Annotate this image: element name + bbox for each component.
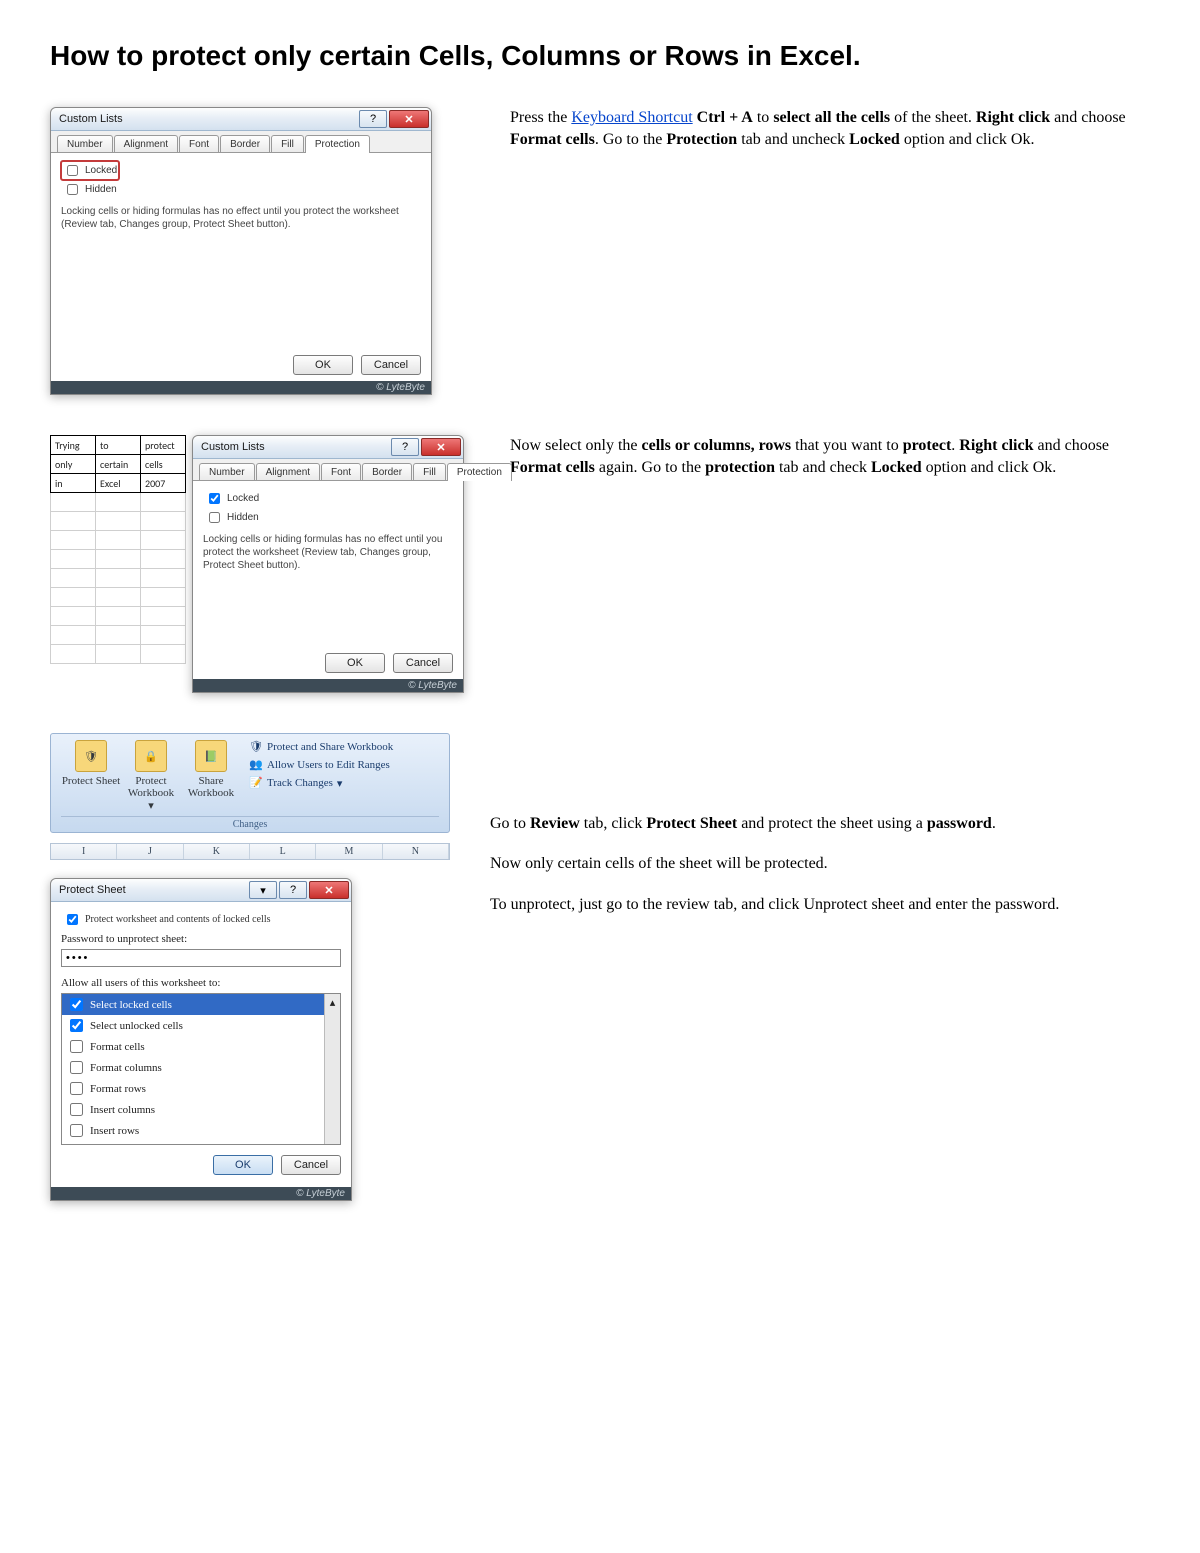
- column-headers: IJKLMN: [50, 843, 450, 860]
- protect-share-icon: 🛡: [249, 740, 263, 754]
- protect-contents-checkbox[interactable]: Protect worksheet and contents of locked…: [61, 910, 341, 929]
- tab-protection[interactable]: Protection: [305, 135, 370, 153]
- dialog-titlebar: Custom Lists ? ✕: [193, 436, 463, 459]
- password-label: Password to unprotect sheet:: [61, 933, 341, 945]
- locked-checkbox[interactable]: [67, 165, 78, 176]
- tab-fill[interactable]: Fill: [271, 135, 304, 153]
- help-button[interactable]: ?: [279, 881, 307, 899]
- tab-border[interactable]: Border: [220, 135, 270, 153]
- excel-cells-sample: Tryingtoprotect onlycertaincells inExcel…: [50, 435, 186, 664]
- close-button[interactable]: ✕: [309, 881, 349, 899]
- step2-instruction: Now select only the cells or columns, ro…: [510, 435, 1150, 480]
- perm-select-unlocked[interactable]: Select unlocked cells: [62, 1015, 340, 1036]
- perm-insert-hyperlinks[interactable]: Insert hyperlinks: [62, 1141, 340, 1145]
- minimize-icon[interactable]: ▾: [249, 881, 277, 899]
- hidden-checkbox[interactable]: [67, 184, 78, 195]
- password-input[interactable]: [61, 949, 341, 967]
- step-2: Tryingtoprotect onlycertaincells inExcel…: [50, 435, 1150, 693]
- scrollbar[interactable]: ▴: [324, 994, 340, 1144]
- close-button[interactable]: ✕: [389, 110, 429, 128]
- perm-format-cells[interactable]: Format cells: [62, 1036, 340, 1057]
- tab-number[interactable]: Number: [199, 463, 255, 481]
- dialog-titlebar: Custom Lists ? ✕: [51, 108, 431, 131]
- watermark: © LyteByte: [51, 381, 431, 394]
- hidden-checkbox-row[interactable]: Hidden: [203, 508, 453, 527]
- protect-sheet-dialog: Protect Sheet ▾ ? ✕ Protect worksheet an…: [50, 878, 352, 1201]
- custom-lists-dialog-unchecked: Custom Lists ? ✕ Number Alignment Font B…: [50, 107, 432, 395]
- cancel-button[interactable]: Cancel: [393, 653, 453, 673]
- tab-font[interactable]: Font: [179, 135, 219, 153]
- permissions-list[interactable]: Select locked cells Select unlocked cell…: [61, 993, 341, 1145]
- locked-label: Locked: [85, 165, 117, 176]
- custom-lists-dialog-checked: Custom Lists ? ✕ Number Alignment Font B…: [192, 435, 464, 693]
- protect-share-button[interactable]: 🛡Protect and Share Workbook: [249, 740, 393, 754]
- track-icon: 📝: [249, 776, 263, 790]
- review-ribbon: 🛡Protect Sheet 🔒Protect Workbook ▾ 📗Shar…: [50, 733, 450, 833]
- tab-border[interactable]: Border: [362, 463, 412, 481]
- perm-insert-columns[interactable]: Insert columns: [62, 1099, 340, 1120]
- ribbon-group-label: Changes: [61, 816, 439, 830]
- allow-edit-ranges-button[interactable]: 👥Allow Users to Edit Ranges: [249, 758, 393, 772]
- cancel-button[interactable]: Cancel: [361, 355, 421, 375]
- protect-workbook-button[interactable]: 🔒Protect Workbook ▾: [121, 740, 181, 812]
- protect-sheet-button[interactable]: 🛡Protect Sheet: [61, 740, 121, 787]
- close-button[interactable]: ✕: [421, 438, 461, 456]
- step1-instruction: Press the Keyboard Shortcut Ctrl + A to …: [510, 107, 1150, 152]
- track-changes-button[interactable]: 📝Track Changes ▾: [249, 776, 393, 790]
- tab-protection[interactable]: Protection: [447, 463, 512, 481]
- ok-button[interactable]: OK: [293, 355, 353, 375]
- users-icon: 👥: [249, 758, 263, 772]
- page-title: How to protect only certain Cells, Colum…: [50, 40, 1150, 72]
- cancel-button[interactable]: Cancel: [281, 1155, 341, 1175]
- step3-instruction-3: To unprotect, just go to the review tab,…: [490, 894, 1150, 916]
- perm-format-rows[interactable]: Format rows: [62, 1078, 340, 1099]
- tab-alignment[interactable]: Alignment: [256, 463, 320, 481]
- dialog-title-text: Custom Lists: [59, 113, 123, 125]
- dialog-titlebar: Protect Sheet ▾ ? ✕: [51, 879, 351, 902]
- help-button[interactable]: ?: [359, 110, 387, 128]
- keyboard-shortcut-link[interactable]: Keyboard Shortcut: [571, 109, 692, 126]
- tab-alignment[interactable]: Alignment: [114, 135, 178, 153]
- perm-select-locked[interactable]: Select locked cells: [62, 994, 340, 1015]
- perm-format-columns[interactable]: Format columns: [62, 1057, 340, 1078]
- lock-icon: 🔒: [135, 740, 167, 772]
- shield-icon: 🛡: [75, 740, 107, 772]
- locked-checkbox-row[interactable]: Locked: [203, 489, 453, 508]
- hidden-label: Hidden: [85, 184, 117, 195]
- protection-note: Locking cells or hiding formulas has no …: [61, 205, 421, 231]
- step-1: Custom Lists ? ✕ Number Alignment Font B…: [50, 107, 1150, 395]
- help-button[interactable]: ?: [391, 438, 419, 456]
- share-icon: 📗: [195, 740, 227, 772]
- step3-instruction-2: Now only certain cells of the sheet will…: [490, 853, 1150, 875]
- ok-button[interactable]: OK: [213, 1155, 273, 1175]
- hidden-checkbox-row[interactable]: Hidden: [61, 180, 421, 199]
- permissions-label: Allow all users of this worksheet to:: [61, 977, 341, 989]
- locked-checkbox-row[interactable]: Locked: [61, 161, 119, 180]
- tab-number[interactable]: Number: [57, 135, 113, 153]
- tab-fill[interactable]: Fill: [413, 463, 446, 481]
- step-3: 🛡Protect Sheet 🔒Protect Workbook ▾ 📗Shar…: [50, 733, 1150, 1201]
- perm-insert-rows[interactable]: Insert rows: [62, 1120, 340, 1141]
- tab-font[interactable]: Font: [321, 463, 361, 481]
- step3-instruction-1: Go to Review tab, click Protect Sheet an…: [490, 813, 1150, 835]
- share-workbook-button[interactable]: 📗Share Workbook: [181, 740, 241, 799]
- ok-button[interactable]: OK: [325, 653, 385, 673]
- hidden-checkbox[interactable]: [209, 512, 220, 523]
- dialog-tabs: Number Alignment Font Border Fill Protec…: [51, 131, 431, 153]
- locked-checkbox[interactable]: [209, 493, 220, 504]
